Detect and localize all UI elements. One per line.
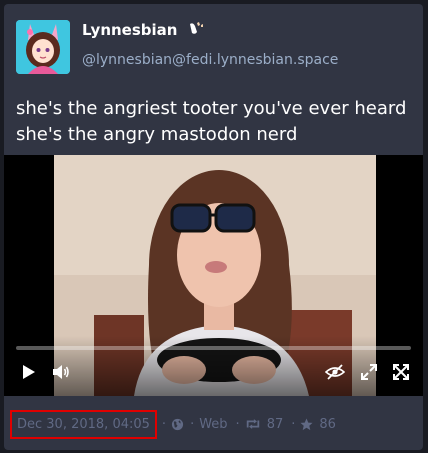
avatar[interactable]: [16, 20, 70, 74]
boost-count-icon: [245, 418, 261, 430]
status-timestamp[interactable]: Dec 30, 2018, 04:05: [10, 409, 157, 439]
star-icon: [300, 417, 313, 430]
play-button[interactable]: [18, 361, 40, 383]
account-handle[interactable]: @lynnesbian@fedi.lynnesbian.space: [82, 52, 338, 68]
status-card: Lynnesbian @lynnesbian@fedi.lynnesbian.s…: [4, 4, 423, 450]
fullscreen-button[interactable]: [390, 361, 412, 383]
favourite-count[interactable]: 86: [319, 417, 336, 432]
seek-bar[interactable]: [16, 346, 411, 350]
expand-button[interactable]: [358, 361, 380, 383]
separator: ·: [161, 416, 167, 432]
separator: ·: [235, 416, 240, 432]
favourite-count-icon: [300, 417, 313, 431]
anime-avatar-icon: [16, 20, 70, 74]
display-name-row[interactable]: Lynnesbian: [82, 21, 205, 39]
display-name[interactable]: Lynnesbian: [82, 21, 177, 39]
volume-icon: [53, 365, 69, 379]
status-content: she's the angriest tooter you've ever he…: [16, 96, 416, 148]
mute-button[interactable]: [50, 361, 72, 383]
status-line: she's the angriest tooter you've ever he…: [16, 98, 407, 119]
video-player[interactable]: [4, 155, 423, 396]
globe-icon: [171, 418, 184, 430]
fullscreen-icon: [393, 364, 409, 380]
hide-media-icon: [325, 364, 345, 380]
visibility-indicator: [171, 418, 184, 431]
application-name[interactable]: Web: [199, 417, 227, 432]
custom-emoji-icon: [189, 22, 203, 34]
boost-icon: [246, 419, 259, 429]
hide-media-button[interactable]: [324, 361, 346, 383]
expand-icon: [361, 364, 377, 380]
separator: ·: [291, 416, 296, 432]
play-icon: [23, 365, 35, 379]
status-footer: Dec 30, 2018, 04:05 · · Web · 87 · 86: [10, 409, 344, 439]
status-line: she's the angry mastodon nerd: [16, 124, 298, 145]
separator: ·: [190, 416, 195, 432]
boost-count[interactable]: 87: [267, 417, 284, 432]
